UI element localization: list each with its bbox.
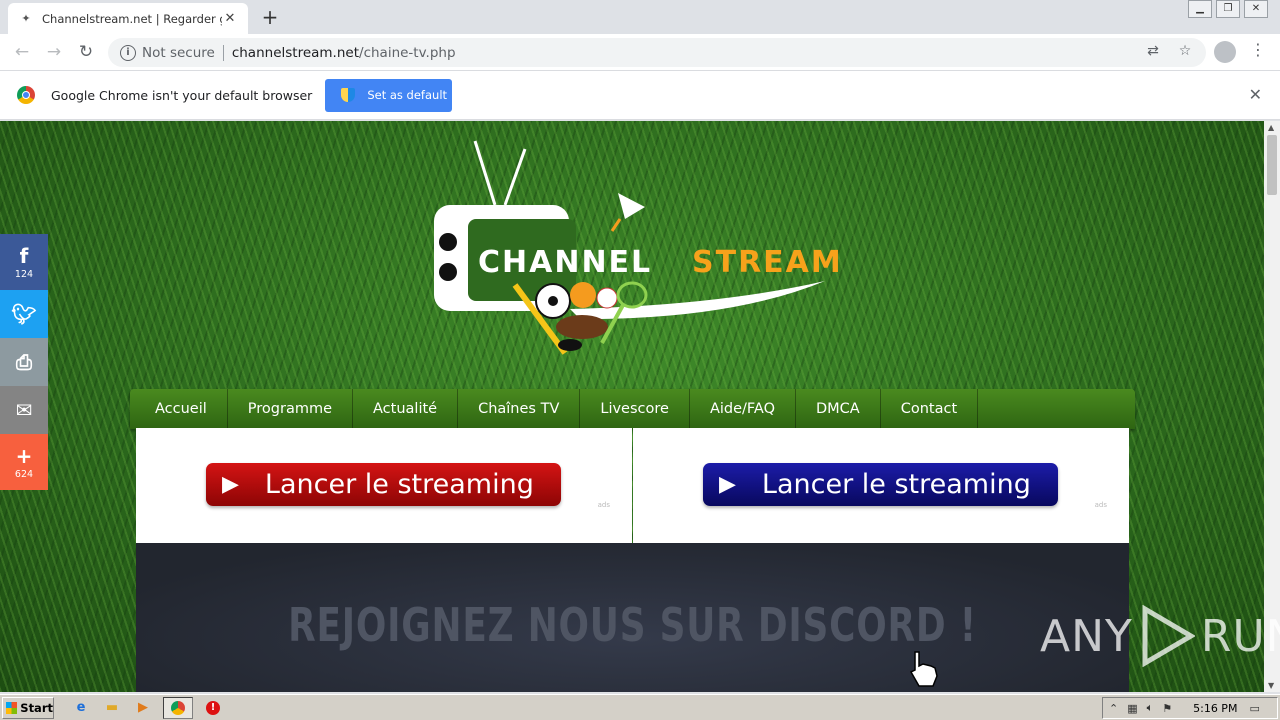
set-as-default-button[interactable]: Set as default xyxy=(325,78,453,112)
media-player-icon[interactable]: ▶ xyxy=(132,697,154,719)
tab-strip: ✦ Channelstream.net | Regarder gratuit ✕… xyxy=(0,0,1280,34)
nav-item-livescore[interactable]: Livescore xyxy=(580,389,690,429)
restore-button[interactable]: ❐ xyxy=(1216,0,1240,18)
tab-title: Channelstream.net | Regarder gratuit xyxy=(42,11,222,26)
email-icon: ✉ xyxy=(15,398,33,422)
windows-logo-icon xyxy=(6,701,18,714)
address-bar[interactable]: i Not secure channelstream.net /chaine-t… xyxy=(108,38,1206,67)
new-tab-button[interactable]: + xyxy=(258,6,282,30)
nav-item-accueil[interactable]: Accueil xyxy=(130,389,228,429)
reload-icon[interactable]: ↻ xyxy=(70,36,102,68)
volume-icon[interactable]: 🔈︎ xyxy=(1147,701,1154,715)
ad-box-right: ▶ Lancer le streaming ads xyxy=(633,428,1129,543)
facebook-share-button[interactable]: f 124 xyxy=(0,234,48,290)
url-separator xyxy=(222,44,224,61)
close-window-button[interactable]: ✕ xyxy=(1244,0,1268,18)
facebook-icon: f xyxy=(19,243,29,268)
social-share-bar: f 124 🐦︎ ⎙ ✉ + 624 xyxy=(0,234,48,490)
bookmark-star-icon[interactable]: ☆ xyxy=(1174,43,1196,59)
security-label: Not secure xyxy=(142,44,215,61)
taskbar-clock[interactable]: 5:16 PM xyxy=(1193,702,1237,715)
windows-taskbar: Start e ▬ ▶ ! ⌃ ▦ 🔈︎ ⚑ 5:16 PM ▭ xyxy=(0,694,1280,720)
browser-tab[interactable]: ✦ Channelstream.net | Regarder gratuit ✕ xyxy=(8,3,248,34)
logo-text-stream: STREAM xyxy=(692,245,843,280)
launch-stream-button-red[interactable]: ▶ Lancer le streaming xyxy=(206,463,561,506)
infobar-message: Google Chrome isn't your default browser xyxy=(51,87,313,103)
discord-banner-text: REJOIGNEZ NOUS SUR DISCORD ! xyxy=(288,598,977,652)
nav-item-contact[interactable]: Contact xyxy=(881,389,979,429)
twitter-share-button[interactable]: 🐦︎ xyxy=(0,290,48,338)
stop-icon[interactable]: ! xyxy=(202,697,224,719)
ad-box-left: ▶ Lancer le streaming ads xyxy=(136,428,632,543)
tray-expand-icon[interactable]: ⌃ xyxy=(1109,702,1118,715)
url-host: channelstream.net xyxy=(231,44,360,61)
nav-item-chaines-tv[interactable]: Chaînes TV xyxy=(458,389,581,429)
start-button[interactable]: Start xyxy=(2,696,54,719)
site-logo[interactable]: CHANNEL STREAM xyxy=(420,135,880,375)
window-controls: ▁ ❐ ✕ xyxy=(1184,0,1268,18)
twitter-icon: 🐦︎ xyxy=(11,302,37,326)
chrome-taskbar-icon[interactable] xyxy=(163,696,193,719)
default-browser-infobar: Google Chrome isn't your default browser… xyxy=(0,71,1280,120)
translate-icon[interactable]: ⇄ xyxy=(1142,43,1164,59)
facebook-share-count: 124 xyxy=(14,268,34,280)
infobar-close-icon[interactable]: ✕ xyxy=(1249,85,1262,104)
watermark-text-left: ANY xyxy=(1040,610,1133,662)
forward-arrow-icon[interactable]: → xyxy=(38,36,70,68)
back-arrow-icon[interactable]: ← xyxy=(6,36,38,68)
url-path: /chaine-tv.php xyxy=(359,44,456,61)
nav-item-programme[interactable]: Programme xyxy=(228,389,354,429)
hand-cursor-icon xyxy=(909,651,938,687)
main-nav: Accueil Programme Actualité Chaînes TV L… xyxy=(130,389,1135,429)
launch-stream-label: Lancer le streaming xyxy=(264,469,534,500)
browser-toolbar: ← → ↻ i Not secure channelstream.net /ch… xyxy=(0,34,1280,71)
set-as-default-label: Set as default xyxy=(367,88,448,102)
nav-item-aide-faq[interactable]: Aide/FAQ xyxy=(690,389,796,429)
chrome-logo-icon xyxy=(17,86,35,104)
shield-icon xyxy=(341,88,356,102)
email-share-button[interactable]: ✉ xyxy=(0,386,48,434)
print-button[interactable]: ⎙ xyxy=(0,338,48,386)
site-favicon-icon: ✦ xyxy=(21,12,31,25)
scroll-up-icon[interactable]: ▲ xyxy=(1268,123,1274,132)
ads-label: ads xyxy=(1094,501,1107,509)
start-label: Start xyxy=(20,700,53,715)
chrome-menu-icon[interactable]: ⋮ xyxy=(1250,40,1266,59)
omnibox-actions: ⇄ ☆ xyxy=(1132,43,1196,59)
print-icon: ⎙ xyxy=(16,350,32,374)
logo-text-channel: CHANNEL xyxy=(478,245,653,280)
watermark-text-right: RUN xyxy=(1200,610,1280,662)
play-triangle-icon xyxy=(1142,605,1195,667)
launch-stream-button-blue[interactable]: ▶ Lancer le streaming xyxy=(703,463,1058,506)
scrollbar-thumb[interactable] xyxy=(1267,135,1277,195)
network-icon[interactable]: ▦ xyxy=(1127,702,1137,715)
info-icon[interactable]: i xyxy=(120,44,136,61)
minimize-button[interactable]: ▁ xyxy=(1188,0,1212,18)
nav-item-actualite[interactable]: Actualité xyxy=(353,389,459,429)
plus-icon: + xyxy=(15,443,33,468)
show-desktop-icon[interactable]: ▭ xyxy=(1249,702,1259,715)
launch-stream-label: Lancer le streaming xyxy=(761,469,1031,500)
play-icon: ▶ xyxy=(222,472,239,497)
anyrun-watermark: ANY RUN xyxy=(1040,605,1280,667)
nav-item-dmca[interactable]: DMCA xyxy=(796,389,881,429)
tab-close-icon[interactable]: ✕ xyxy=(222,11,238,26)
more-share-button[interactable]: + 624 xyxy=(0,434,48,490)
flag-icon[interactable]: ⚑ xyxy=(1162,702,1172,715)
more-share-count: 624 xyxy=(14,468,34,480)
system-tray: ⌃ ▦ 🔈︎ ⚑ 5:16 PM ▭ xyxy=(1102,697,1278,719)
play-icon: ▶ xyxy=(719,472,736,497)
profile-avatar-icon[interactable] xyxy=(1214,41,1236,63)
ads-label: ads xyxy=(597,501,610,509)
ie-icon[interactable]: e xyxy=(70,697,92,719)
discord-banner[interactable]: REJOIGNEZ NOUS SUR DISCORD ! xyxy=(136,543,1129,692)
scroll-down-icon[interactable]: ▼ xyxy=(1268,681,1274,690)
folder-icon[interactable]: ▬ xyxy=(101,697,123,719)
